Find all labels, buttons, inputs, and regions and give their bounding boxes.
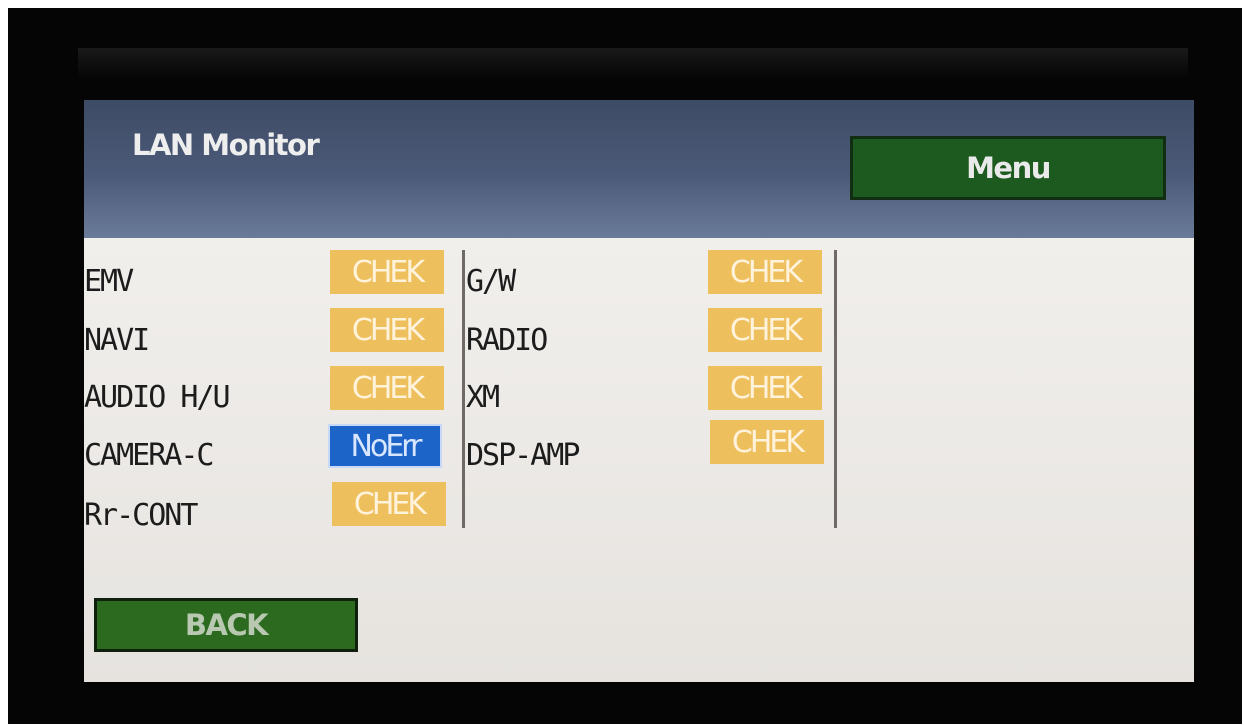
status-badge-radio[interactable]: CHEK [708,308,822,352]
bezel-glare [78,48,1188,78]
status-badge-rr-cont[interactable]: CHEK [332,482,446,526]
status-badge-gw[interactable]: CHEK [708,250,822,294]
status-badge-navi[interactable]: CHEK [330,308,444,352]
status-badge-dsp-amp[interactable]: CHEK [710,420,824,464]
ecu-name-emv: EMV [84,264,134,299]
column-divider-right [834,250,837,528]
device-bezel: LAN Monitor Menu EMV CHEK NAVI CHEK AUDI… [8,8,1242,724]
ecu-name-xm: XM [466,380,500,415]
lan-monitor-screen: LAN Monitor Menu EMV CHEK NAVI CHEK AUDI… [84,100,1194,682]
status-badge-audio-hu[interactable]: CHEK [330,366,444,410]
ecu-name-navi: NAVI [84,323,150,358]
header-bar: LAN Monitor Menu [84,100,1194,238]
ecu-name-audio-hu: AUDIO H/U [84,380,231,415]
status-badge-camera-c[interactable]: NoErr [328,424,442,468]
status-badge-xm[interactable]: CHEK [708,366,822,410]
status-badge-emv[interactable]: CHEK [330,250,444,294]
ecu-name-radio: RADIO [466,323,548,358]
ecu-name-camera-c: CAMERA-C [84,438,214,473]
ecu-name-gw: G/W [466,264,516,299]
ecu-name-dsp-amp: DSP-AMP [466,438,580,473]
back-button[interactable]: BACK [94,598,358,652]
page-title: LAN Monitor [132,128,320,162]
menu-button[interactable]: Menu [850,136,1166,200]
ecu-name-rr-cont: Rr-CONT [84,498,198,533]
column-divider-left [462,250,465,528]
